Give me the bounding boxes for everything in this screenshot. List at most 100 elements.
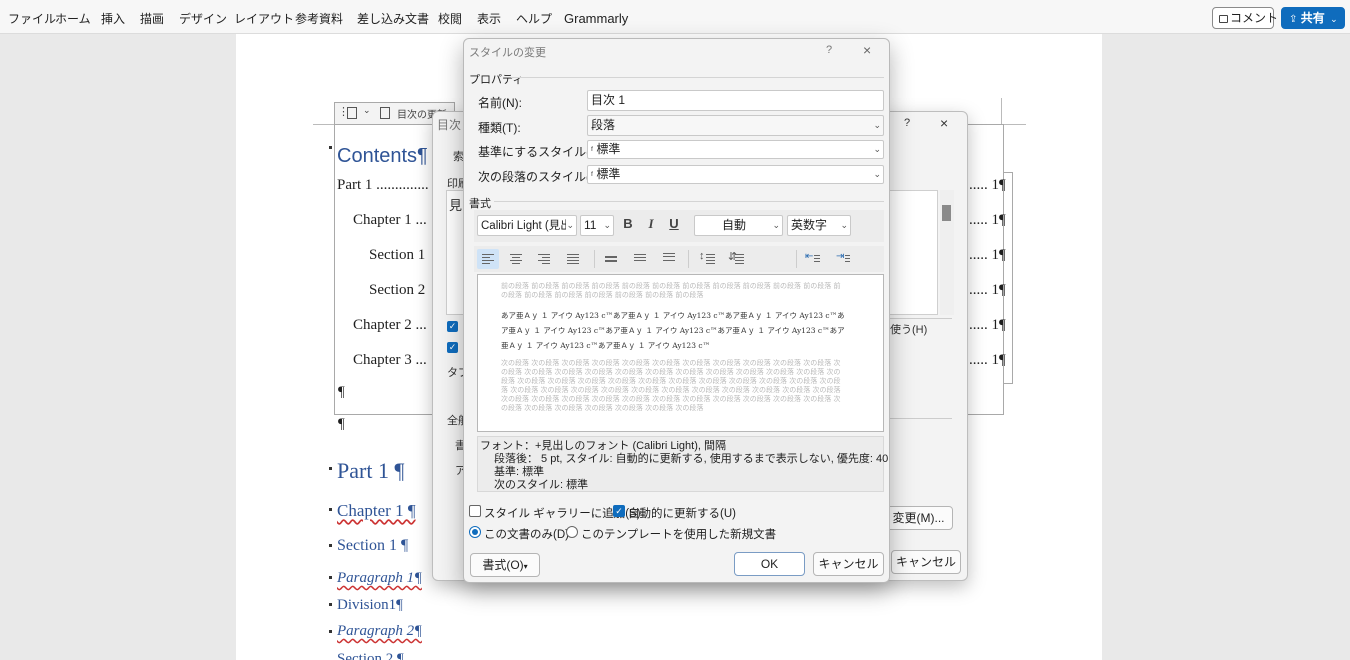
space-before-decrease-icon[interactable]: ⇵ (726, 249, 748, 269)
font-size-select[interactable]: 11 ⌄ (580, 215, 614, 236)
decrease-indent-icon[interactable]: ⇤ (802, 249, 824, 269)
menu-layout[interactable]: レイアウト (234, 10, 294, 27)
script-value: 英数字 (791, 218, 828, 232)
use-hyperlinks-label[interactable]: 使う(H) (890, 321, 927, 337)
heading-section[interactable]: Section 1 ¶ (337, 537, 408, 555)
toc-line-chapter1[interactable]: Chapter 1 ... (353, 212, 427, 229)
toc-page-number: ..... 1¶ (969, 352, 1006, 368)
justify-button[interactable] (562, 249, 584, 269)
chevron-down-icon[interactable]: ⌄ (363, 105, 371, 116)
menu-mailings[interactable]: 差し込み文書 (357, 10, 429, 27)
document-icon[interactable] (347, 107, 357, 119)
font-color-select[interactable]: 自動 ⌄ (694, 215, 783, 236)
preview-previous-paragraph: 前の段落 前の段落 前の段落 前の段落 前の段落 前の段落 前の段落 前の段落 … (501, 282, 841, 299)
script-select[interactable]: 英数字 ⌄ (787, 215, 851, 236)
menu-design[interactable]: デザイン (179, 10, 227, 27)
chevron-down-icon: ⌄ (873, 169, 881, 179)
new-documents-label[interactable]: このテンプレートを使用した新規文書 (581, 526, 776, 542)
auto-update-checkbox[interactable]: ✓ (613, 505, 625, 517)
toc-title: Contents¶ (337, 145, 428, 167)
paragraph-style-icon: ᶠ (591, 145, 594, 155)
paragraph-mark (329, 467, 332, 470)
this-document-only-radio[interactable] (469, 526, 481, 538)
chevron-down-icon: ▾ (523, 562, 528, 571)
right-align-checkbox[interactable]: ✓ (447, 342, 458, 353)
show-page-numbers-checkbox[interactable]: ✓ (447, 321, 458, 332)
ok-button[interactable]: OK (734, 552, 805, 576)
heading-part[interactable]: Part 1 ¶ (337, 458, 404, 484)
this-document-only-label[interactable]: この文書のみ(D) (484, 526, 569, 542)
toc-cancel-button[interactable]: キャンセル (891, 550, 961, 574)
based-on-select[interactable]: ᶠ 標準 ⌄ (587, 140, 884, 159)
auto-update-label[interactable]: 自動的に更新する(U) (628, 505, 736, 521)
heading-chapter[interactable]: Chapter 1 ¶ (337, 501, 416, 521)
divider (494, 201, 884, 202)
menu-home[interactable]: ホーム (55, 10, 91, 27)
menu-file[interactable]: ファイル (8, 10, 56, 27)
format-menu-button[interactable]: 書式(O)▾ (470, 553, 540, 577)
new-documents-radio[interactable] (566, 526, 578, 538)
heading-paragraph-2[interactable]: Paragraph 2¶ (337, 623, 422, 640)
toc-line-section1[interactable]: Section 1 (369, 247, 425, 264)
chevron-down-icon: ⌄ (772, 220, 780, 230)
close-icon[interactable]: × (863, 42, 871, 58)
toc-page-number: ..... 1¶ (969, 247, 1006, 263)
heading-section-2[interactable]: Section 2 ¶ (337, 651, 404, 660)
paragraph-style-icon: ᶠ (591, 170, 594, 180)
double-spacing-button[interactable] (658, 249, 680, 269)
one-half-spacing-button[interactable] (629, 249, 651, 269)
increase-indent-icon[interactable]: ⇥ (831, 249, 853, 269)
preview-heading: 見 (449, 198, 463, 213)
align-center-button[interactable] (505, 249, 527, 269)
close-icon[interactable]: × (940, 115, 948, 131)
pilcrow: ¶ (338, 384, 345, 400)
font-family-select[interactable]: Calibri Light (見出 ⌄ (477, 215, 577, 236)
bold-button[interactable]: B (618, 214, 638, 234)
underline-button[interactable]: U (664, 214, 684, 234)
paragraph-mark (329, 146, 332, 149)
print-preview-box (890, 190, 938, 315)
single-spacing-button[interactable] (600, 249, 622, 269)
preview-sample-text: あア亜Ａｙ １ アイウ Ay123 c™あア亜Ａｙ １ アイウ Ay123 c™… (501, 311, 845, 350)
help-icon[interactable]: ? (826, 44, 832, 56)
menu-view[interactable]: 表示 (477, 10, 501, 27)
cancel-button[interactable]: キャンセル (813, 552, 884, 576)
menu-references[interactable]: 参考資料 (295, 10, 343, 27)
heading-paragraph-1[interactable]: Paragraph 1¶ (337, 570, 422, 587)
menu-draw[interactable]: 描画 (140, 10, 164, 27)
style-type-select[interactable]: 段落 ⌄ (587, 115, 884, 136)
next-style-select[interactable]: ᶠ 標準 ⌄ (587, 165, 884, 184)
modify-button[interactable]: 変更(M)... (884, 506, 953, 530)
heading-division[interactable]: Division1¶ (337, 597, 403, 614)
italic-button[interactable]: I (641, 214, 661, 234)
toc-line-part1[interactable]: Part 1 .............. (337, 177, 429, 194)
add-to-gallery-checkbox[interactable] (469, 505, 481, 517)
menu-review[interactable]: 校閲 (438, 10, 462, 27)
chevron-down-icon: ⌄ (603, 220, 611, 230)
toc-line-chapter2[interactable]: Chapter 2 ... (353, 317, 427, 334)
style-name-input[interactable]: 目次 1 (587, 90, 884, 111)
space-before-increase-icon[interactable]: ↕ (697, 249, 719, 269)
scrollbar-thumb[interactable] (942, 205, 951, 221)
toc-line-section2[interactable]: Section 2 (369, 282, 425, 299)
menu-help[interactable]: ヘルプ (516, 10, 552, 27)
align-left-button[interactable] (477, 249, 499, 269)
comment-button[interactable]: コメント (1212, 7, 1278, 29)
align-right-button[interactable] (533, 249, 555, 269)
description-line: フォント：+見出しのフォント (Calibri Light), 間隔 (480, 440, 727, 452)
menu-grammarly[interactable]: Grammarly (564, 11, 628, 26)
paragraph-mark (329, 603, 332, 606)
menu-insert[interactable]: 挿入 (101, 10, 125, 27)
style-type-value: 段落 (591, 118, 616, 132)
toolbar-separator (796, 250, 797, 268)
help-icon[interactable]: ? (904, 117, 910, 129)
margin-guide (313, 124, 335, 125)
toc-line-chapter3[interactable]: Chapter 3 ... (353, 352, 427, 369)
update-document-icon[interactable] (380, 107, 390, 119)
font-color-value: 自動 (721, 218, 746, 232)
toc-dialog-title: 目次 (437, 118, 462, 132)
share-button[interactable]: ⇪ 共有 ⌄ (1281, 7, 1345, 29)
ribbon-menu-bar: ファイル ホーム 挿入 描画 デザイン レイアウト 参考資料 差し込み文書 校閲… (0, 0, 1350, 34)
preview-next-paragraph: 次の段落 次の段落 次の段落 次の段落 次の段落 次の段落 次の段落 次の段落 … (501, 359, 841, 412)
chevron-down-icon: ⌄ (566, 216, 574, 235)
